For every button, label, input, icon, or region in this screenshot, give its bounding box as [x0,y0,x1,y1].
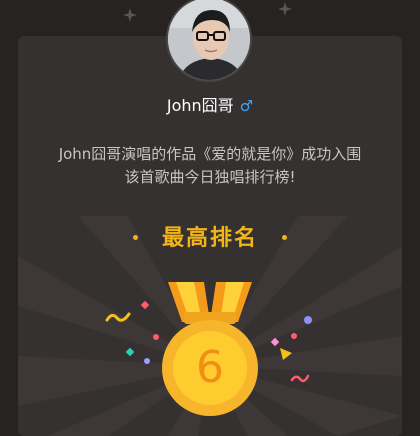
username[interactable]: John囧哥 [167,96,234,115]
description-line-1: John囧哥演唱的作品《爱的就是你》成功入围 [58,145,362,163]
confetti-squiggle-icon [290,374,310,383]
confetti-dot-icon [304,316,312,324]
confetti-dot-icon [291,333,297,339]
decorative-dot-icon [282,234,287,240]
user-avatar[interactable] [166,0,252,82]
confetti-diamond-icon [125,347,135,357]
achievement-description: John囧哥演唱的作品《爱的就是你》成功入围 该首歌曲今日独唱排行榜! [20,143,400,189]
confetti-squiggle-icon [105,312,131,322]
confetti-triangle-icon [280,348,292,360]
description-line-2: 该首歌曲今日独唱排行榜! [124,168,296,186]
sparkle-icon [278,2,292,16]
confetti-diamond-icon [270,337,280,347]
rank-title: 最高排名 [161,226,258,251]
rank-title-row: 最高排名 [0,224,420,254]
username-row: John囧哥 ♂ [0,96,420,116]
confetti-diamond-icon [140,300,150,310]
sparkle-icon [123,8,137,22]
male-gender-icon: ♂ [239,97,254,115]
decorative-dot-icon [132,234,138,240]
rank-number: 6 [196,342,224,393]
